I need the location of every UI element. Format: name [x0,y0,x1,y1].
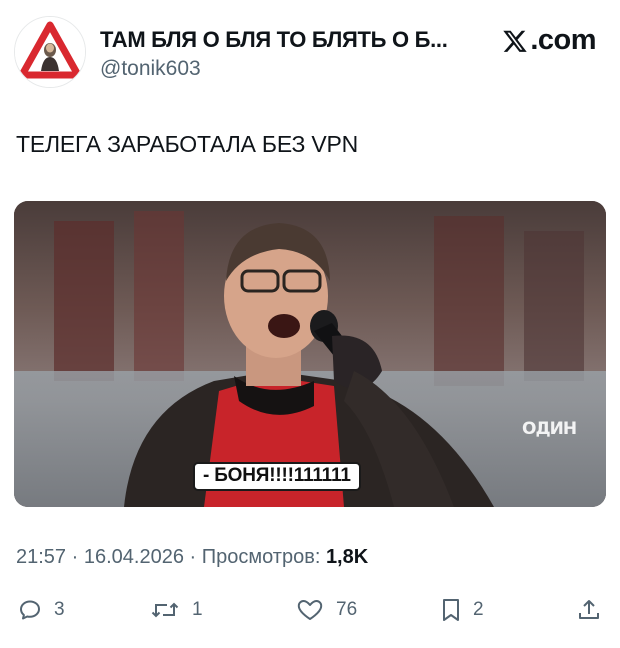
tweet-card: ТАМ БЛЯ О БЛЯ ТО БЛЯТЬ О Б... @tonik603 … [0,0,620,648]
warning-sign-icon [15,17,85,87]
tweet-date[interactable]: 16.04.2026 [84,546,184,568]
heart-icon [297,600,323,620]
reply-icon [20,600,40,620]
bookmark-button[interactable]: 2 [441,598,484,622]
brand-domain: .com [530,24,596,56]
author-name[interactable]: ТАМ БЛЯ О БЛЯ ТО БЛЯТЬ О Б... [100,27,490,53]
like-button[interactable]: 76 [296,598,357,622]
share-icon [579,600,599,619]
reply-button[interactable]: 3 [18,598,65,622]
tweet-text: ТЕЛЕГА ЗАРАБОТАЛА БЕЗ VPN [16,131,359,157]
share-button[interactable] [577,598,601,622]
media-caption: - БОНЯ!!!!111111 [193,462,361,491]
like-count: 76 [336,599,358,620]
retweet-icon [151,602,179,618]
reply-count: 3 [54,599,65,620]
tweet-time[interactable]: 21:57 [16,546,66,568]
meta-separator: · [66,546,84,568]
retweet-button[interactable]: 1 [150,598,203,622]
retweet-count: 1 [192,599,203,620]
bookmark-count: 2 [473,599,484,620]
channel-logo: ОДИН [522,419,577,439]
views-label: Просмотров: [201,546,326,568]
x-logo-icon [503,30,528,52]
author-handle[interactable]: @tonik603 [100,57,201,81]
views-count: 1,8K [325,546,369,568]
meta-separator: · [183,546,202,568]
tweet-meta: 21:57 · 16.04.2026 · Просмотров: 1,8K [16,546,368,569]
x-brand: .com [502,24,596,57]
avatar[interactable] [14,16,86,88]
bookmark-icon [443,599,459,621]
